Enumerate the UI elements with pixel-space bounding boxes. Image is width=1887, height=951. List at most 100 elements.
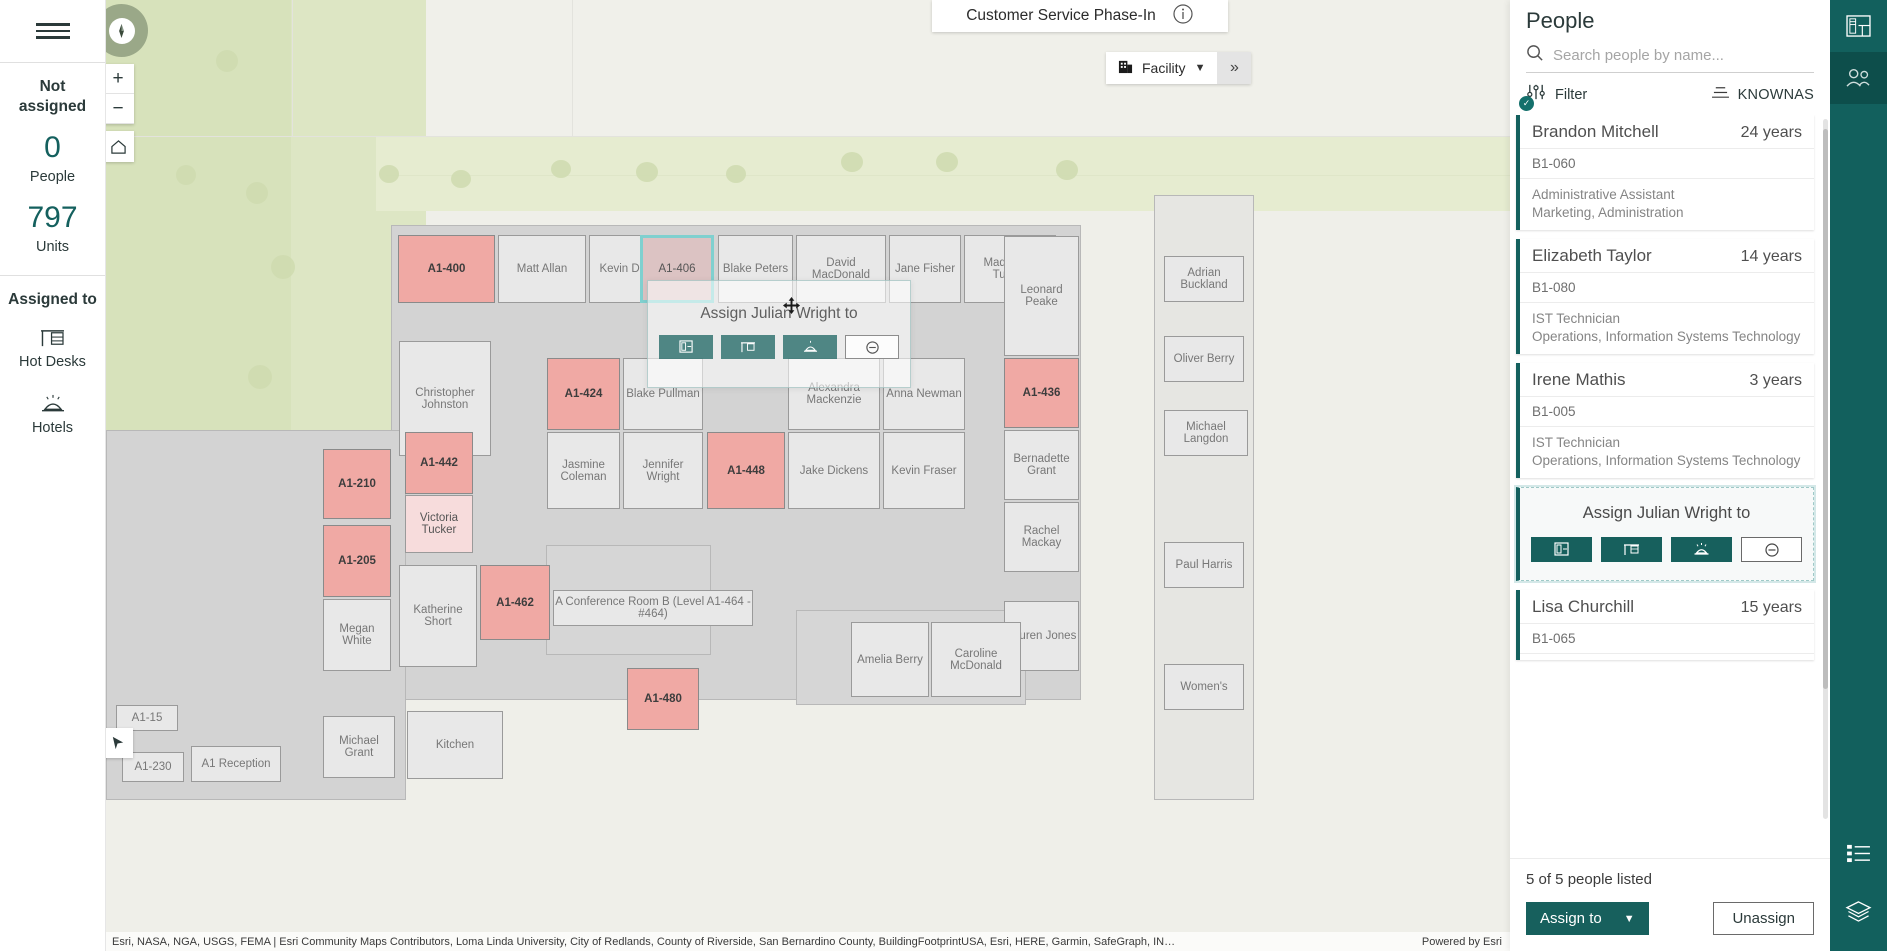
- filter-button[interactable]: ✓ Filter: [1526, 82, 1587, 107]
- unassign-button[interactable]: Unassign: [1713, 902, 1814, 935]
- assign-person-card[interactable]: Assign Julian Wright to: [1516, 487, 1814, 581]
- map-unit[interactable]: Caroline McDonald: [931, 622, 1021, 697]
- assign-office-button[interactable]: [1531, 537, 1592, 562]
- powered-by-esri: Powered by Esri: [1422, 936, 1502, 948]
- home-button[interactable]: [106, 131, 134, 162]
- info-icon[interactable]: [1172, 3, 1194, 30]
- unassign-label: Unassign: [1732, 910, 1795, 927]
- map-unit-label: Blake Peters: [723, 263, 788, 275]
- map-unit-label: Rachel Mackay: [1006, 525, 1077, 549]
- map-unit[interactable]: Megan White: [323, 599, 391, 671]
- assign-to-button[interactable]: Assign to ▼: [1526, 902, 1649, 935]
- assign-none-button[interactable]: [1741, 537, 1802, 562]
- sidebar-item-hotels[interactable]: Hotels: [0, 380, 105, 446]
- map-title: Customer Service Phase-In: [966, 7, 1156, 25]
- people-list[interactable]: Brandon Mitchell24 yearsB1-060Administra…: [1510, 115, 1830, 858]
- map-unit[interactable]: Michael Langdon: [1164, 410, 1248, 456]
- map-unit-label: Bernadette Grant: [1006, 453, 1077, 477]
- map-unit[interactable]: A1-205: [323, 525, 391, 597]
- map-unit[interactable]: Jennifer Wright: [623, 432, 703, 509]
- map-unit[interactable]: Oliver Berry: [1164, 336, 1244, 382]
- map-unit[interactable]: Paul Harris: [1164, 542, 1244, 588]
- map-unit[interactable]: Kitchen: [407, 711, 503, 779]
- person-years: 24 years: [1741, 124, 1802, 142]
- map-unit[interactable]: Rachel Mackay: [1004, 502, 1079, 572]
- map-unit-label: Victoria Tucker: [407, 512, 471, 536]
- facility-expand-button[interactable]: »: [1217, 52, 1251, 84]
- facility-selector[interactable]: Facility ▼ »: [1106, 52, 1251, 84]
- rail-people-button[interactable]: [1830, 52, 1887, 104]
- map-unit-label: Oliver Berry: [1174, 353, 1235, 365]
- zoom-controls[interactable]: + −: [106, 64, 134, 124]
- map-unit[interactable]: Jake Dickens: [788, 432, 880, 509]
- sort-button[interactable]: KNOWNAS: [1711, 84, 1814, 105]
- map-unit[interactable]: A1-424: [547, 358, 620, 430]
- map-unit-label: Amelia Berry: [857, 654, 923, 666]
- map-unit-label: Leonard Peake: [1006, 284, 1077, 308]
- map-unit-label: Matt Allan: [517, 263, 568, 275]
- map-unit[interactable]: Adrian Buckland: [1164, 256, 1244, 302]
- map-unit[interactable]: A1-448: [707, 432, 785, 509]
- map-unit[interactable]: A1-442: [405, 432, 473, 494]
- map-unit[interactable]: Women's: [1164, 664, 1244, 710]
- person-code: B1-065: [1520, 624, 1814, 654]
- map-unit[interactable]: A Conference Room B (Level A1-464 - #464…: [553, 590, 753, 626]
- person-role: IST TechnicianOperations, Information Sy…: [1520, 303, 1814, 348]
- map-unit[interactable]: Katherine Short: [399, 565, 477, 667]
- rail-floorplan-button[interactable]: [1830, 0, 1887, 52]
- assign-hotel-button[interactable]: [1671, 537, 1732, 562]
- drag-ghost-assign-card: Assign Julian Wright to: [647, 280, 911, 388]
- assign-card-title: Assign Julian Wright to: [1530, 504, 1803, 523]
- map-unit[interactable]: Amelia Berry: [851, 622, 929, 697]
- map-unit[interactable]: Leonard Peake: [1004, 236, 1079, 356]
- rail-list-button[interactable]: [1830, 827, 1887, 879]
- map-unit[interactable]: A1-400: [398, 235, 495, 303]
- attribution-text: Esri, NASA, NGA, USGS, FEMA | Esri Commu…: [112, 936, 1175, 948]
- zoom-out-button[interactable]: −: [106, 94, 134, 124]
- map-unit-label: Kitchen: [436, 739, 474, 751]
- facility-dropdown[interactable]: Facility ▼: [1106, 52, 1217, 84]
- map-unit[interactable]: Kevin Fraser: [883, 432, 965, 509]
- people-list-scrollbar[interactable]: [1823, 119, 1828, 819]
- map-unit[interactable]: Bernadette Grant: [1004, 430, 1079, 500]
- map-unit[interactable]: Jasmine Coleman: [547, 432, 620, 509]
- person-card[interactable]: Brandon Mitchell24 yearsB1-060Administra…: [1516, 115, 1814, 230]
- zoom-in-button[interactable]: +: [106, 64, 134, 94]
- locate-button[interactable]: [106, 728, 133, 758]
- map-unit[interactable]: A1 Reception: [191, 746, 281, 782]
- assigned-to-label: Assigned to: [6, 290, 99, 310]
- sidebar-item-hot-desks[interactable]: Hot Desks: [0, 314, 105, 380]
- rail-layers-button[interactable]: [1830, 885, 1887, 937]
- map-unit[interactable]: A1-462: [480, 565, 550, 640]
- floorplan-map[interactable]: A1-400Matt AllanKevin DaviesA1-406Blake …: [106, 0, 1510, 951]
- person-name: Irene Mathis: [1532, 370, 1626, 390]
- hamburger-icon[interactable]: [0, 0, 105, 62]
- map-unit-label: Women's: [1180, 681, 1227, 693]
- person-role: IST TechnicianOperations, Information Sy…: [1520, 427, 1814, 472]
- people-count-text: 5 of 5 people listed: [1526, 871, 1814, 888]
- map-unit-label: A Conference Room B (Level A1-464 - #464…: [555, 596, 751, 620]
- map-unit[interactable]: A1-480: [627, 668, 699, 730]
- search-input[interactable]: [1553, 47, 1814, 64]
- person-name: Brandon Mitchell: [1532, 122, 1659, 142]
- map-unit-label: A1-210: [338, 478, 376, 490]
- search-container[interactable]: [1526, 44, 1814, 73]
- chevron-down-icon: ▼: [1195, 62, 1206, 74]
- person-role: Administrative AssistantMarketing, Admin…: [1520, 179, 1814, 224]
- map-title-chip: Customer Service Phase-In: [932, 0, 1228, 32]
- person-card[interactable]: Lisa Churchill15 yearsB1-065: [1516, 590, 1814, 660]
- person-card[interactable]: Irene Mathis3 yearsB1-005IST TechnicianO…: [1516, 363, 1814, 478]
- map-unit[interactable]: A1-210: [323, 449, 391, 519]
- person-card[interactable]: Elizabeth Taylor14 yearsB1-080IST Techni…: [1516, 239, 1814, 354]
- map-unit[interactable]: Matt Allan: [498, 235, 586, 303]
- search-icon: [1526, 44, 1544, 67]
- assign-desk-button[interactable]: [1601, 537, 1662, 562]
- map-unit[interactable]: A1-436: [1004, 358, 1079, 428]
- map-unit[interactable]: Michael Grant: [323, 716, 395, 778]
- units-count: 797: [6, 199, 99, 237]
- people-panel: People ✓ Filter KNOWNAS: [1510, 0, 1830, 951]
- map-unit[interactable]: Victoria Tucker: [405, 495, 473, 553]
- map-unit-label: Michael Grant: [325, 735, 393, 759]
- map-hatched-band: [376, 136, 1510, 211]
- not-assigned-title-2: assigned: [6, 97, 99, 117]
